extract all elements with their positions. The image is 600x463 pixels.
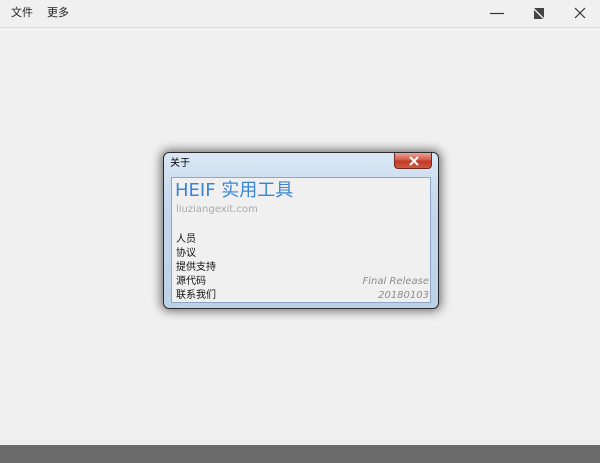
- minimize-icon: [490, 12, 504, 15]
- app-name: HEIF 实用工具: [175, 180, 294, 201]
- restore-icon: [534, 8, 544, 19]
- dialog-content: HEIF 实用工具 liuziangexit.com 人员 协议 提供支持 源代…: [171, 177, 431, 303]
- app-website: liuziangexit.com: [176, 204, 258, 215]
- dialog-title: 关于: [170, 158, 190, 169]
- dialog-titlebar[interactable]: 关于: [164, 153, 438, 175]
- link-contact-us[interactable]: 联系我们: [176, 290, 216, 302]
- link-support[interactable]: 提供支持: [176, 262, 216, 274]
- about-dialog: 关于 HEIF 实用工具 liuziangexit.com 人员 协议 提供支持…: [163, 152, 439, 309]
- link-license[interactable]: 协议: [176, 248, 196, 260]
- release-date: 20180103: [378, 290, 429, 301]
- top-bar: 文件 更多: [0, 0, 600, 28]
- app-window: 文件 更多 关于 HEIF 实用工具 liuziangexit.com 人员 协…: [0, 0, 600, 463]
- dialog-close-button[interactable]: [394, 153, 432, 169]
- link-source-code[interactable]: 源代码: [176, 276, 206, 288]
- close-icon: [574, 7, 586, 19]
- minimize-button[interactable]: [477, 0, 517, 27]
- menu-file[interactable]: 文件: [11, 6, 33, 20]
- restore-button[interactable]: [519, 0, 559, 27]
- release-channel: Final Release: [362, 276, 429, 287]
- link-people[interactable]: 人员: [176, 234, 196, 246]
- close-button[interactable]: [560, 0, 600, 27]
- close-icon: [409, 156, 419, 166]
- menu-more[interactable]: 更多: [47, 6, 69, 20]
- bottom-bar: [0, 445, 600, 463]
